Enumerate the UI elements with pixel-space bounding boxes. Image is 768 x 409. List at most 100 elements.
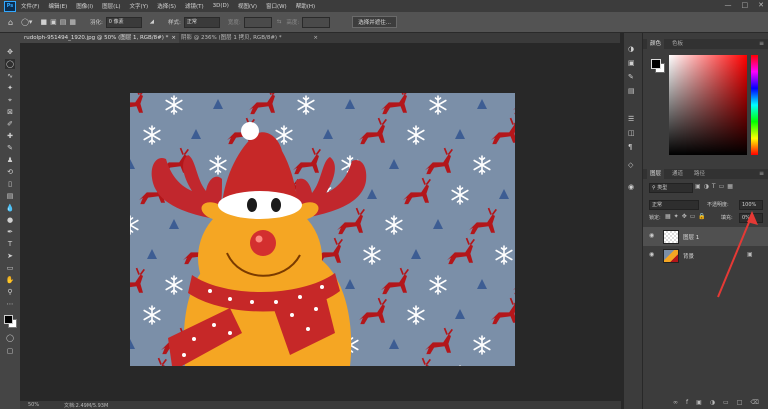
- intersect-selection-icon[interactable]: ▦: [69, 18, 76, 26]
- menu-bar: Ps 文件(F) 编辑(E) 图像(I) 图层(L) 文字(Y) 选择(S) 滤…: [0, 0, 768, 12]
- tab-layers[interactable]: 图层: [647, 169, 665, 179]
- adjustment-layer-icon[interactable]: ◑: [710, 399, 723, 406]
- shape-tool-icon[interactable]: ▭: [5, 263, 15, 273]
- libraries-panel-icon[interactable]: ◫: [628, 129, 635, 137]
- fx-icon[interactable]: f: [686, 399, 696, 406]
- color-swatch-fg[interactable]: [651, 59, 661, 69]
- layer-filter[interactable]: ⚲ 类型: [649, 183, 693, 193]
- eyedropper-icon[interactable]: ✐: [5, 119, 15, 129]
- eraser-tool-icon[interactable]: ▯: [5, 179, 15, 189]
- swap-icon[interactable]: ⇆: [277, 19, 282, 25]
- tab-label: 阴影 @ 236% (图层 1 拷贝, RGB/8#) *: [181, 35, 282, 41]
- reindeer-artwork: [130, 93, 515, 366]
- tools-panel: ✥ ◯ ∿ ✦ ⌖ ⊠ ✐ ✚ ✎ ♟ ⟲ ▯ ▤ 💧 ● ✒ T ➤ ▭ ✋ …: [0, 33, 21, 409]
- layer-name[interactable]: 图层 1: [683, 233, 699, 241]
- height-input[interactable]: [302, 16, 331, 28]
- paragraph-panel-icon[interactable]: ¶: [628, 143, 632, 151]
- menu-help[interactable]: 帮助(H): [296, 2, 315, 10]
- lasso-tool-icon[interactable]: ∿: [5, 71, 15, 81]
- color-panel-icon[interactable]: ◑: [628, 45, 634, 53]
- delete-layer-icon[interactable]: ⌫: [750, 399, 766, 406]
- close-icon[interactable]: ✕: [758, 1, 764, 9]
- document-size: 文档:2.49M/5.93M: [64, 403, 109, 409]
- marquee-tool-icon[interactable]: ◯: [5, 59, 15, 69]
- lock-label: 锁定:: [649, 215, 661, 221]
- history-panel-icon[interactable]: ▤: [628, 87, 635, 95]
- select-and-mask-button[interactable]: 选择并遮住...: [352, 16, 397, 28]
- blur-tool-icon[interactable]: 💧: [5, 203, 15, 213]
- new-selection-icon[interactable]: ■: [40, 18, 47, 26]
- character-panel-icon[interactable]: ◇: [628, 161, 633, 169]
- feather-input[interactable]: 0 像素: [105, 16, 142, 28]
- quick-mask-icon[interactable]: ◯: [5, 333, 15, 343]
- menu-edit[interactable]: 编辑(E): [48, 2, 67, 10]
- group-icon[interactable]: ▭: [723, 399, 737, 406]
- move-tool-icon[interactable]: ✥: [5, 47, 15, 57]
- history-brush-icon[interactable]: ⟲: [5, 167, 15, 177]
- frame-tool-icon[interactable]: ⊠: [5, 107, 15, 117]
- layer-thumbnail-transparent: [663, 230, 679, 244]
- visibility-eye-icon[interactable]: ◉: [649, 232, 654, 239]
- adjustments-panel-icon[interactable]: ▣: [628, 59, 635, 67]
- brush-panel-icon[interactable]: ✎: [628, 73, 634, 81]
- screen-mode-icon[interactable]: ▢: [5, 346, 15, 356]
- link-layers-icon[interactable]: ∞: [673, 399, 686, 406]
- foreground-color-swatch[interactable]: [4, 315, 13, 324]
- home-icon[interactable]: ⌂: [8, 18, 13, 27]
- actions-panel-icon[interactable]: ◉: [628, 183, 634, 191]
- marquee-preset-icon[interactable]: ◯▾: [21, 18, 32, 26]
- type-tool-icon[interactable]: T: [5, 239, 15, 249]
- more-tools-icon[interactable]: ⋯: [5, 299, 15, 309]
- width-input[interactable]: [243, 16, 272, 28]
- zoom-tool-icon[interactable]: ⚲: [5, 287, 15, 297]
- quick-select-icon[interactable]: ✦: [5, 83, 15, 93]
- filter-icons[interactable]: ▣◑T▭▦: [695, 183, 736, 190]
- document-canvas[interactable]: [130, 93, 515, 366]
- hand-tool-icon[interactable]: ✋: [5, 275, 15, 285]
- healing-brush-icon[interactable]: ✚: [5, 131, 15, 141]
- tab-paths[interactable]: 路径: [691, 169, 708, 179]
- menu-window[interactable]: 窗口(W): [266, 2, 287, 10]
- menu-layer[interactable]: 图层(L): [102, 2, 120, 10]
- mask-icon[interactable]: ▣: [696, 399, 710, 406]
- panel-menu-icon[interactable]: ≡: [759, 40, 764, 47]
- pen-tool-icon[interactable]: ✒: [5, 227, 15, 237]
- menu-file[interactable]: 文件(F): [21, 2, 39, 10]
- visibility-eye-icon[interactable]: ◉: [649, 251, 654, 258]
- close-icon[interactable]: ×: [171, 33, 176, 43]
- tab-shadow[interactable]: 阴影 @ 236% (图层 1 拷贝, RGB/8#) * ×: [177, 33, 321, 43]
- hue-slider[interactable]: [751, 55, 758, 155]
- anti-alias-icon[interactable]: ◢: [150, 19, 154, 25]
- style-select[interactable]: 正常: [183, 16, 220, 28]
- path-select-icon[interactable]: ➤: [5, 251, 15, 261]
- brush-tool-icon[interactable]: ✎: [5, 143, 15, 153]
- layer-name[interactable]: 背景: [683, 252, 694, 260]
- close-icon[interactable]: ×: [313, 33, 318, 43]
- tab-channels[interactable]: 通道: [669, 169, 686, 179]
- clone-stamp-icon[interactable]: ♟: [5, 155, 15, 165]
- subtract-selection-icon[interactable]: ▤: [60, 18, 67, 26]
- new-layer-icon[interactable]: □: [737, 399, 751, 406]
- width-label: 宽度:: [227, 20, 241, 26]
- gradient-tool-icon[interactable]: ▤: [5, 191, 15, 201]
- tab-swatches[interactable]: 色板: [669, 39, 686, 49]
- add-selection-icon[interactable]: ▣: [50, 18, 57, 26]
- minimize-icon[interactable]: —: [725, 1, 732, 9]
- maximize-icon[interactable]: □: [742, 1, 749, 9]
- panel-menu-icon[interactable]: ≡: [759, 170, 764, 177]
- dodge-tool-icon[interactable]: ●: [5, 215, 15, 225]
- tab-label: rudolph-951494_1920.jpg @ 50% (图层 1, RGB…: [24, 35, 169, 41]
- menu-select[interactable]: 选择(S): [157, 2, 176, 10]
- properties-panel-icon[interactable]: ☰: [628, 115, 634, 123]
- tab-rudolph[interactable]: rudolph-951494_1920.jpg @ 50% (图层 1, RGB…: [20, 33, 179, 43]
- tab-color[interactable]: 颜色: [647, 39, 665, 49]
- menu-view[interactable]: 视图(V): [238, 2, 257, 10]
- blend-mode-select[interactable]: 正常: [649, 200, 699, 210]
- menu-filter[interactable]: 滤镜(T): [185, 2, 204, 10]
- color-spectrum[interactable]: [669, 55, 747, 155]
- menu-image[interactable]: 图像(I): [76, 2, 93, 10]
- crop-tool-icon[interactable]: ⌖: [5, 95, 15, 105]
- menu-3d[interactable]: 3D(D): [213, 3, 229, 9]
- zoom-level[interactable]: 50%: [28, 402, 39, 408]
- menu-type[interactable]: 文字(Y): [130, 2, 149, 10]
